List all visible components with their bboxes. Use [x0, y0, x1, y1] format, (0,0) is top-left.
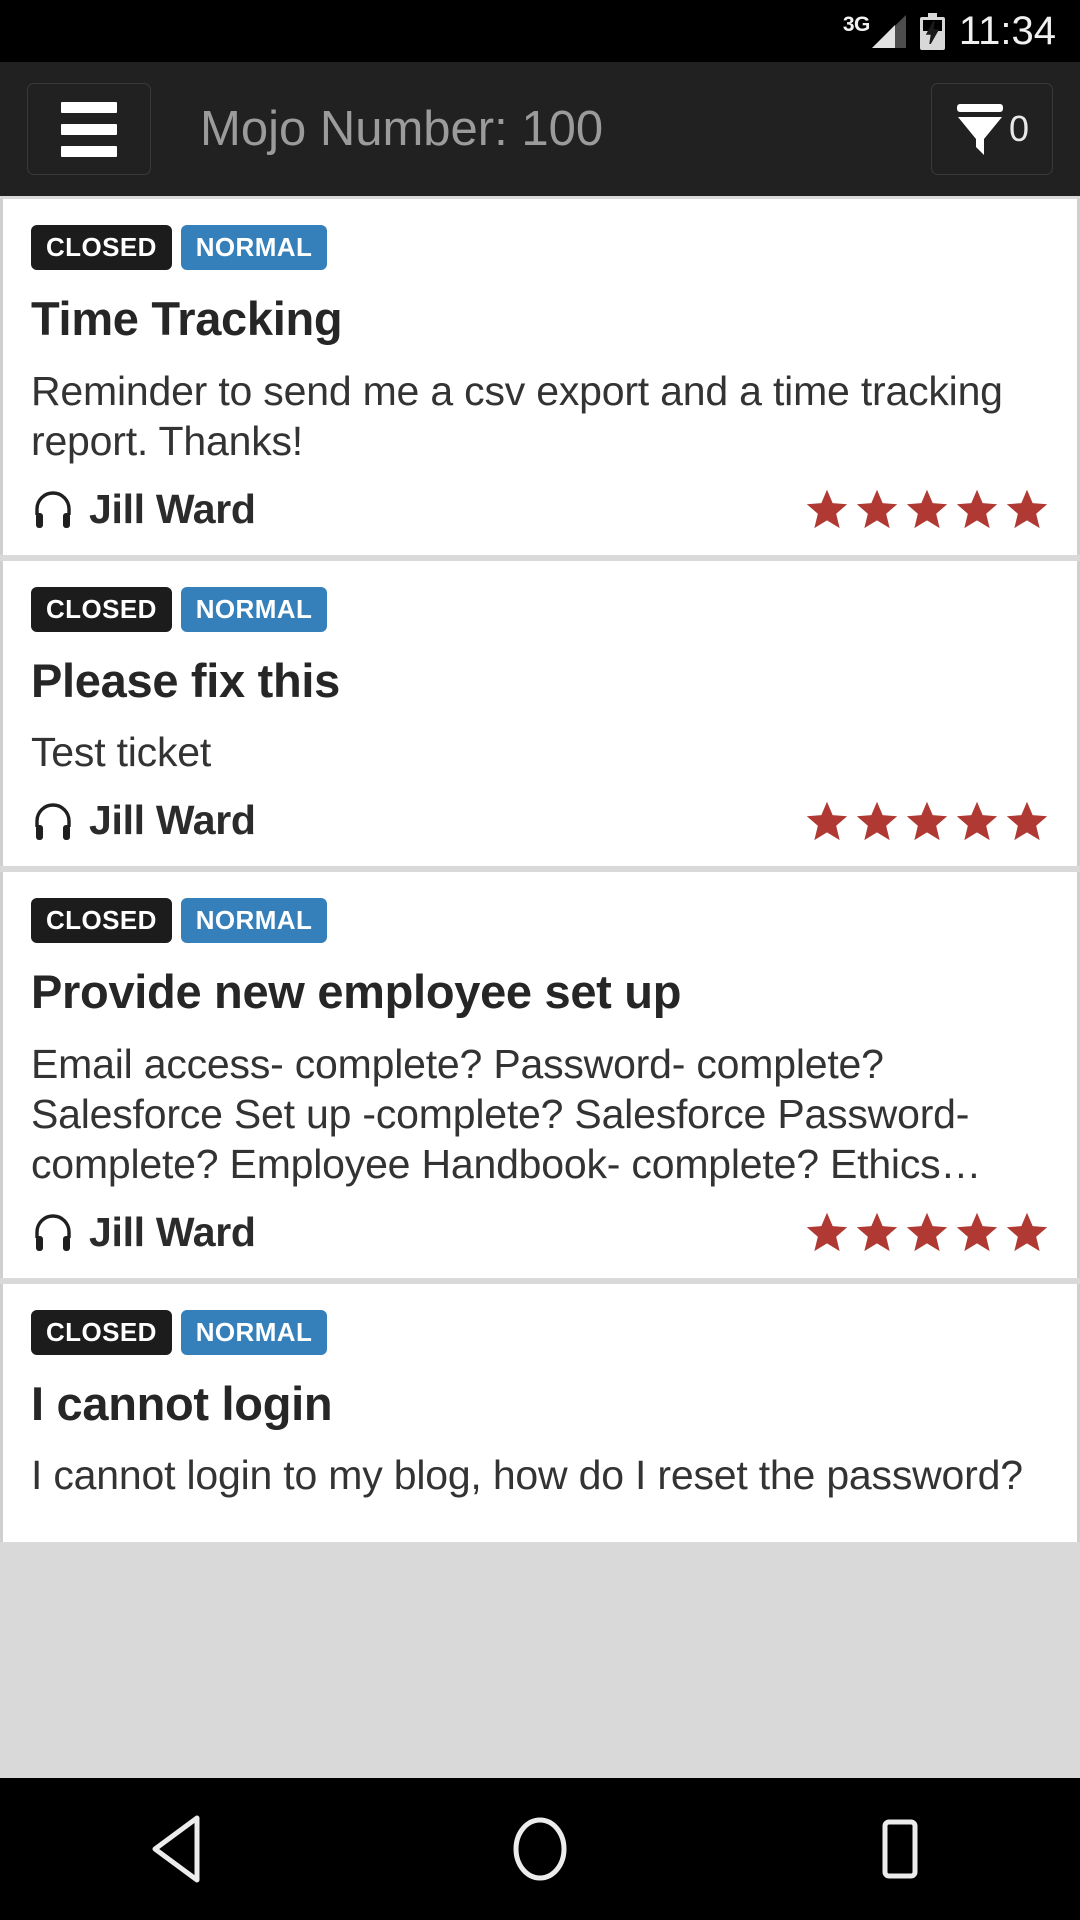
recents-button[interactable]	[800, 1778, 1000, 1920]
badge-row: CLOSED NORMAL	[31, 1309, 1049, 1355]
ticket-body: Reminder to send me a csv export and a t…	[31, 367, 1003, 464]
ticket-body: Email access- complete? Password- comple…	[31, 1040, 982, 1187]
ticket-body: I cannot login to my blog, how do I rese…	[31, 1452, 1023, 1499]
page-title: Mojo Number: 100	[200, 102, 604, 156]
hamburger-menu-icon[interactable]	[27, 83, 151, 175]
priority-badge: NORMAL	[180, 225, 328, 270]
ticket-footer: Jill Ward	[31, 797, 1049, 844]
filter-count-label: 0	[1008, 108, 1030, 149]
agent: Jill Ward	[31, 486, 256, 533]
star-icon	[806, 1213, 848, 1252]
priority-badge: NORMAL	[180, 898, 328, 944]
status-bar: 3G 11:34	[0, 0, 1080, 62]
star-icon	[806, 489, 848, 529]
star-icon	[906, 801, 948, 840]
android-nav-bar	[0, 1778, 1080, 1920]
rating-stars	[805, 487, 1049, 531]
ticket-card[interactable]: CLOSED NORMAL Time Tracking Reminder to …	[0, 199, 1080, 555]
badge-row: CLOSED NORMAL	[31, 225, 1049, 270]
star-icon	[856, 1213, 898, 1252]
star-icon	[1006, 801, 1048, 840]
status-badge: CLOSED	[31, 898, 172, 944]
priority-badge: NORMAL	[180, 586, 328, 632]
ticket-card[interactable]: CLOSED NORMAL Provide new employee set u…	[0, 872, 1080, 1278]
agent: Jill Ward	[31, 1209, 256, 1256]
badge-row: CLOSED NORMAL	[31, 586, 1049, 632]
app-bar: Mojo Number: 100 0	[0, 62, 1080, 196]
ticket-title: I cannot login	[31, 1376, 333, 1430]
status-badge: CLOSED	[31, 1309, 172, 1355]
star-icon	[806, 801, 848, 840]
ticket-list[interactable]: CLOSED NORMAL Time Tracking Reminder to …	[0, 196, 1080, 1778]
ticket-footer: Jill Ward	[31, 1209, 1049, 1256]
status-badge: CLOSED	[31, 225, 172, 270]
agent-name: Jill Ward	[89, 1208, 256, 1255]
ticket-card[interactable]: CLOSED NORMAL Please fix this Test ticke…	[0, 560, 1080, 867]
network-type-label: 3G	[842, 12, 871, 36]
rating-stars	[805, 1210, 1049, 1254]
ticket-body: Test ticket	[31, 729, 212, 776]
status-badge: CLOSED	[31, 586, 172, 632]
agent: Jill Ward	[31, 797, 256, 844]
ticket-title: Time Tracking	[31, 292, 343, 345]
clock-label: 11:34	[958, 9, 1056, 53]
star-icon	[956, 489, 998, 529]
funnel-filter-icon	[956, 104, 1003, 155]
star-icon	[906, 1213, 948, 1252]
recents-square-icon	[882, 1819, 918, 1879]
ticket-card[interactable]: CLOSED NORMAL I cannot login I cannot lo…	[0, 1283, 1080, 1543]
back-button[interactable]	[80, 1778, 280, 1920]
ticket-footer: Jill Ward	[31, 486, 1049, 533]
star-icon	[1006, 489, 1048, 529]
agent-name: Jill Ward	[89, 485, 256, 532]
signal-bars-icon	[871, 14, 906, 48]
battery-charging-icon	[919, 12, 945, 50]
ticket-title: Provide new employee set up	[31, 965, 682, 1019]
headset-icon	[35, 803, 71, 840]
signal-3g-icon: 3G	[842, 12, 906, 48]
star-icon	[956, 1213, 998, 1252]
headset-icon	[35, 491, 71, 529]
star-icon	[906, 489, 948, 529]
star-icon	[956, 801, 998, 840]
charging-bolt-icon	[925, 20, 939, 44]
star-icon	[856, 489, 898, 529]
home-circle-icon	[513, 1817, 567, 1881]
home-button[interactable]	[440, 1778, 640, 1920]
rating-stars	[805, 799, 1049, 843]
star-icon	[856, 801, 898, 840]
ticket-title: Please fix this	[31, 653, 340, 707]
headset-icon	[35, 1214, 71, 1252]
phone-screen: 3G 11:34 Mojo Number: 100 0 CLOSED NORMA…	[0, 0, 1080, 1920]
badge-row: CLOSED NORMAL	[31, 898, 1049, 944]
agent-name: Jill Ward	[89, 797, 256, 844]
priority-badge: NORMAL	[180, 1309, 328, 1355]
filter-button[interactable]: 0	[931, 83, 1053, 175]
star-icon	[1006, 1213, 1048, 1252]
back-triangle-icon	[152, 1815, 200, 1883]
